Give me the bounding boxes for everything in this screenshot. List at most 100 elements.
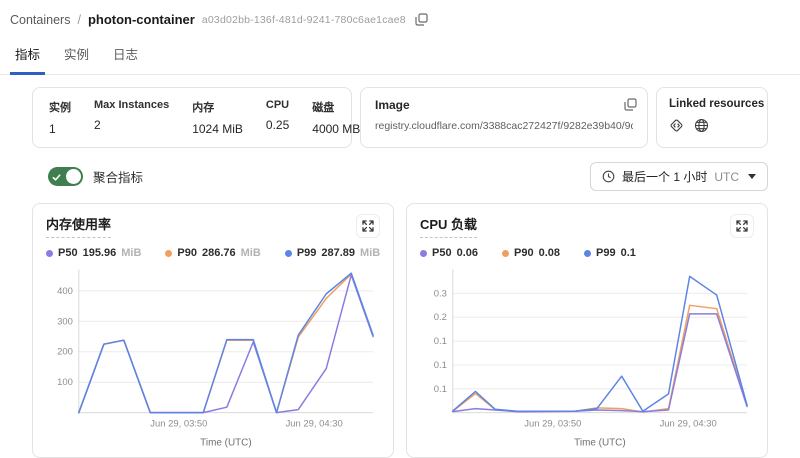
memory-usage-chart-card: 内存使用率 P50 195.96 MiB P90 286.76 MiB — [32, 203, 394, 458]
svg-text:Jun 29, 03:50: Jun 29, 03:50 — [524, 419, 581, 430]
workers-icon — [669, 118, 684, 133]
legend-item-p50[interactable]: P50 0.06 — [420, 247, 478, 259]
stat-label: 内存 — [192, 99, 243, 115]
svg-text:Time (UTC): Time (UTC) — [574, 437, 626, 448]
legend-name: P99 — [297, 247, 317, 259]
svg-text:300: 300 — [57, 316, 73, 327]
time-range-value: 最后一个 1 小时 — [622, 168, 707, 185]
tab-bar: 指标 实例 日志 — [0, 36, 800, 75]
stat-label: Max Instances — [94, 99, 169, 111]
charts-row: 内存使用率 P50 195.96 MiB P90 286.76 MiB — [32, 203, 768, 458]
metrics-controls: 聚合指标 最后一个 1 小时 UTC — [32, 162, 768, 191]
copy-icon — [624, 98, 637, 111]
legend-unit: MiB — [360, 247, 380, 259]
chevron-down-icon — [748, 174, 756, 179]
breadcrumb: Containers / photon-container a03d02bb-1… — [0, 0, 800, 32]
linked-resources-label: Linked resources — [669, 98, 755, 110]
stat-value: 4000 MB — [312, 122, 360, 136]
time-range-dropdown[interactable]: 最后一个 1 小时 UTC — [590, 162, 768, 191]
legend-value: 0.08 — [539, 247, 560, 259]
clock-icon — [602, 170, 615, 183]
tab-metrics[interactable]: 指标 — [10, 36, 45, 75]
legend-value: 0.1 — [621, 247, 636, 259]
svg-text:Jun 29, 04:30: Jun 29, 04:30 — [660, 419, 717, 430]
legend-unit: MiB — [121, 247, 141, 259]
stat-instances: 实例 1 — [49, 99, 71, 136]
svg-text:0.2: 0.2 — [434, 312, 447, 323]
linked-resources-card: Linked resources — [656, 87, 768, 148]
p90-color-dot — [502, 250, 509, 257]
worker-resource-link[interactable] — [669, 118, 684, 133]
toggle-knob — [66, 169, 81, 184]
image-card: Image registry.cloudflare.com/3388cac272… — [360, 87, 648, 148]
image-registry-path: registry.cloudflare.com/3388cac272427f/9… — [375, 120, 633, 132]
stat-memory: 内存 1024 MiB — [192, 99, 243, 136]
svg-text:0.1: 0.1 — [434, 360, 447, 371]
stat-value: 0.25 — [266, 118, 289, 132]
legend-name: P50 — [58, 247, 78, 259]
stat-label: CPU — [266, 99, 289, 111]
aggregate-metrics-label: 聚合指标 — [93, 167, 143, 186]
page-title: photon-container — [88, 12, 195, 27]
expand-icon — [362, 220, 374, 232]
svg-text:400: 400 — [57, 286, 73, 297]
legend-item-p99[interactable]: P99 0.1 — [584, 247, 636, 259]
legend-value: 287.89 — [321, 247, 355, 259]
stat-value: 1 — [49, 122, 71, 136]
domain-resource-link[interactable] — [694, 118, 709, 133]
expand-memory-chart-button[interactable] — [356, 214, 380, 238]
cpu-load-line-chart[interactable]: 0.10.10.10.20.3Jun 29, 03:50Jun 29, 04:3… — [420, 261, 754, 451]
copy-id-button[interactable] — [413, 11, 430, 28]
svg-text:0.1: 0.1 — [434, 384, 447, 395]
expand-cpu-chart-button[interactable] — [730, 214, 754, 238]
p99-color-dot — [584, 250, 591, 257]
legend-value: 195.96 — [83, 247, 117, 259]
svg-text:0.1: 0.1 — [434, 336, 447, 347]
stat-label: 磁盘 — [312, 99, 360, 115]
legend-value: 286.76 — [202, 247, 236, 259]
svg-text:Jun 29, 03:50: Jun 29, 03:50 — [150, 419, 207, 430]
cpu-load-chart-card: CPU 负载 P50 0.06 P90 0.08 — [406, 203, 768, 458]
memory-chart-title: 内存使用率 — [46, 214, 111, 238]
legend-unit: MiB — [241, 247, 261, 259]
container-id: a03d02bb-136f-481d-9241-780c6ae1cae8 — [202, 14, 406, 26]
tab-instances[interactable]: 实例 — [59, 36, 94, 75]
summary-row: 实例 1 Max Instances 2 内存 1024 MiB CPU 0.2… — [32, 87, 768, 148]
legend-name: P90 — [177, 247, 197, 259]
expand-icon — [736, 220, 748, 232]
memory-chart-legend: P50 195.96 MiB P90 286.76 MiB P99 287.89… — [46, 247, 380, 259]
tab-logs[interactable]: 日志 — [108, 36, 143, 75]
legend-item-p90[interactable]: P90 0.08 — [502, 247, 560, 259]
legend-item-p99[interactable]: P99 287.89 MiB — [285, 247, 380, 259]
p90-color-dot — [165, 250, 172, 257]
instance-stats-card: 实例 1 Max Instances 2 内存 1024 MiB CPU 0.2… — [32, 87, 352, 148]
aggregate-metrics-toggle[interactable] — [48, 167, 83, 186]
svg-text:Time (UTC): Time (UTC) — [200, 437, 252, 448]
legend-name: P90 — [514, 247, 534, 259]
globe-icon — [694, 118, 709, 133]
stat-cpu: CPU 0.25 — [266, 99, 289, 136]
cpu-chart-title: CPU 负载 — [420, 214, 477, 238]
legend-item-p90[interactable]: P90 286.76 MiB — [165, 247, 260, 259]
copy-icon — [415, 13, 428, 26]
stat-label: 实例 — [49, 99, 71, 115]
copy-image-button[interactable] — [622, 96, 639, 113]
memory-usage-line-chart[interactable]: 100200300400Jun 29, 03:50Jun 29, 04:30Ti… — [46, 261, 380, 451]
p99-color-dot — [285, 250, 292, 257]
legend-name: P50 — [432, 247, 452, 259]
legend-value: 0.06 — [457, 247, 478, 259]
legend-name: P99 — [596, 247, 616, 259]
stat-value: 2 — [94, 118, 169, 132]
p50-color-dot — [46, 250, 53, 257]
breadcrumb-containers-link[interactable]: Containers — [10, 13, 70, 27]
cpu-chart-legend: P50 0.06 P90 0.08 P99 0.1 — [420, 247, 754, 259]
breadcrumb-separator: / — [77, 13, 80, 27]
stat-value: 1024 MiB — [192, 122, 243, 136]
stat-disk: 磁盘 4000 MB — [312, 99, 360, 136]
legend-item-p50[interactable]: P50 195.96 MiB — [46, 247, 141, 259]
image-card-label: Image — [375, 98, 633, 112]
stat-max-instances: Max Instances 2 — [94, 99, 169, 136]
check-icon — [52, 170, 61, 185]
svg-text:Jun 29, 04:30: Jun 29, 04:30 — [286, 419, 343, 430]
svg-text:200: 200 — [57, 347, 73, 358]
